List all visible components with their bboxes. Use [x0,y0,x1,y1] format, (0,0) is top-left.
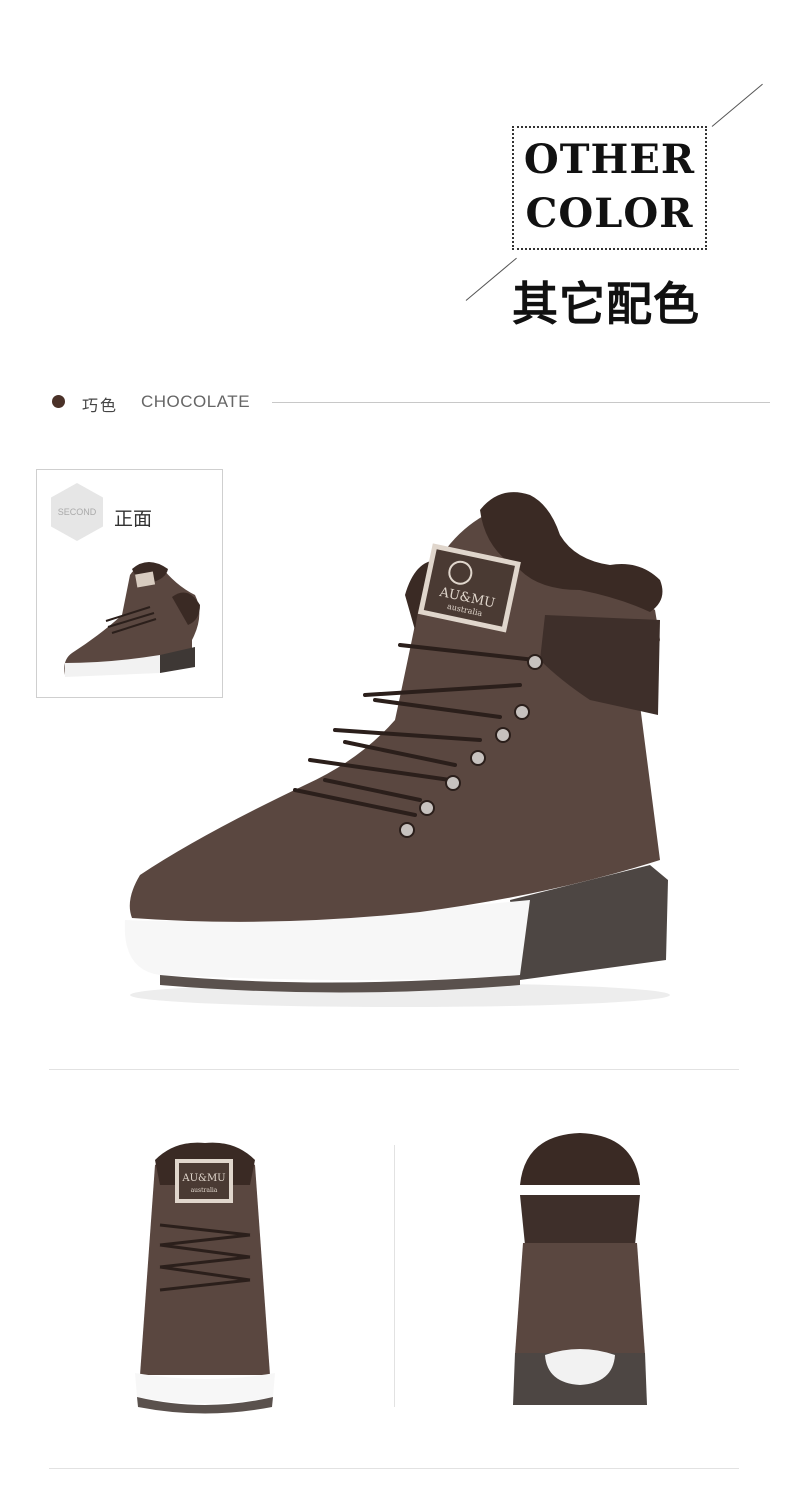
divider [272,402,770,403]
front-logo-line2: australia [191,1187,218,1194]
title-cn: 其它配色 [512,277,700,331]
title-en-line2: COLOR [525,190,694,237]
section-divider [49,1069,739,1070]
front-logo-line1: AU&MU [181,1173,225,1184]
vertical-divider [394,1145,395,1407]
back-shoe-image [513,1133,647,1405]
color-name-cn: 巧色 [82,396,119,415]
main-shoe-image: AU&MU australia [124,492,670,1007]
badge-text: SECOND [57,507,97,517]
bottom-divider [49,1468,739,1469]
color-name-en: CHOCOLATE [141,392,251,411]
decorative-line-top [711,83,763,127]
title-en-line1: OTHER [523,136,696,183]
color-dot [52,395,65,408]
decorative-line-bottom [465,257,517,301]
front-shoe-image: AU&MU australia [135,1142,275,1414]
